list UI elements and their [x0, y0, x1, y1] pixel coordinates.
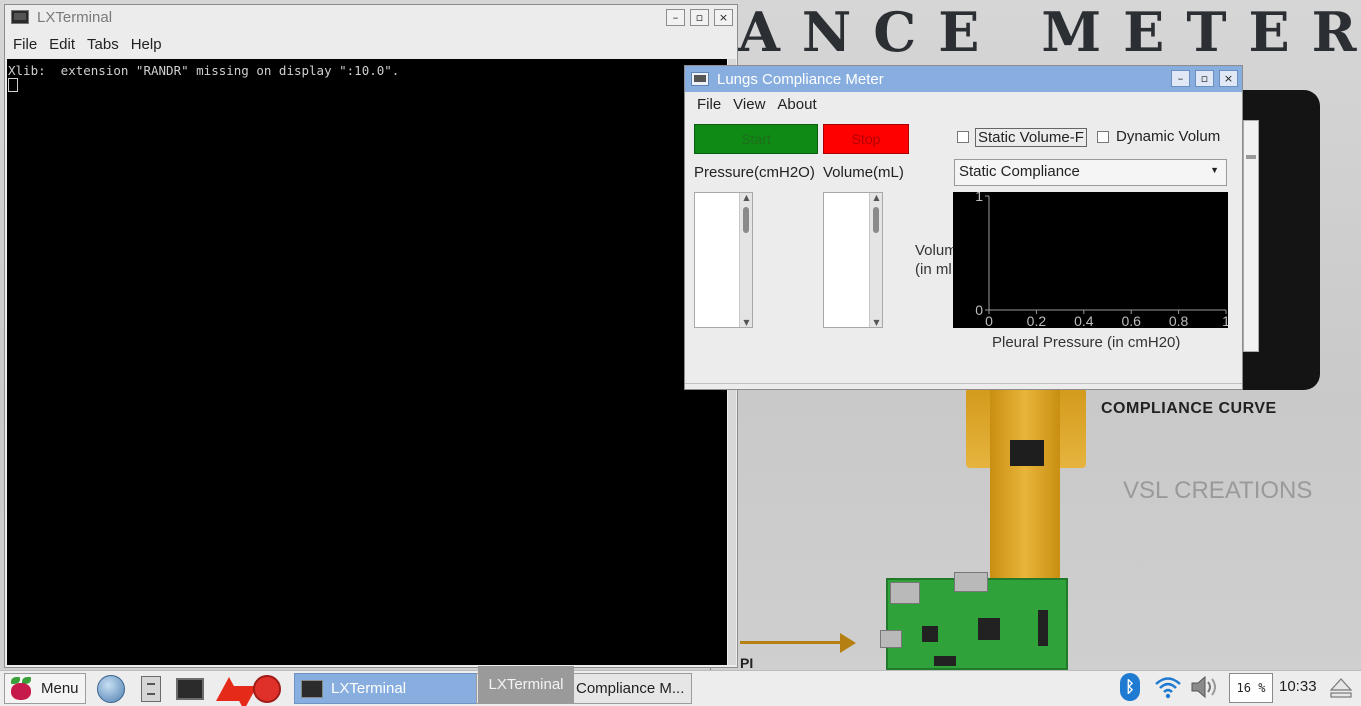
terminal-maximize-button[interactable]: ▫ [690, 9, 709, 26]
stop-button[interactable]: Stop [823, 124, 909, 154]
scroll-down-arrow-icon[interactable]: ▼ [870, 318, 883, 327]
wifi-icon[interactable] [1153, 674, 1183, 700]
wolfram-icon[interactable] [252, 674, 282, 704]
terminal-close-button[interactable]: × [714, 9, 733, 26]
wallpaper-title: ANCE METER [738, 0, 1361, 64]
wallpaper-pi-label: PI [740, 655, 754, 670]
compliance-mode-select[interactable]: Static Compliance ▼ [954, 159, 1227, 186]
pressure-listbox[interactable]: ▲ ▼ [694, 192, 753, 328]
terminal-menu-help[interactable]: Help [125, 36, 168, 53]
terminal-menu-tabs[interactable]: Tabs [81, 36, 125, 53]
mathematica-icon[interactable] [214, 674, 257, 706]
compliance-plot[interactable]: 0 0.2 0.4 0.6 0.8 1 0 1 [953, 192, 1228, 328]
plot-x-tick-label: 0.2 [1027, 313, 1047, 328]
terminal-title: LXTerminal [37, 8, 113, 26]
terminal-icon[interactable] [175, 674, 205, 704]
taskbar-tooltip: LXTerminal [478, 666, 574, 703]
taskbar-terminal-label: LXTerminal [331, 680, 407, 697]
lungs-menu-view[interactable]: View [727, 96, 771, 113]
wallpaper-arrow-line [740, 641, 844, 644]
plot-x-tick-label: 1 [1222, 313, 1228, 328]
dynamic-volume-checkbox[interactable] [1097, 131, 1109, 143]
terminal-minimize-button[interactable]: – [666, 9, 685, 26]
plot-y-tick-label: 1 [975, 192, 983, 204]
start-button[interactable]: Start [694, 124, 818, 154]
lungs-menu-about[interactable]: About [771, 96, 822, 113]
terminal-cursor [8, 78, 18, 92]
plot-y-tick-label: 0 [975, 302, 983, 318]
taskbar-terminal-button[interactable]: LXTerminal [294, 673, 480, 704]
lungs-titlebar[interactable]: Lungs Compliance Meter – ▫ × [685, 66, 1242, 92]
x-axis-label: Pleural Pressure (in cmH20) [992, 334, 1181, 351]
scroll-up-arrow-icon[interactable]: ▲ [870, 193, 883, 202]
eject-icon[interactable] [1328, 676, 1354, 700]
pressure-scroll-thumb[interactable] [743, 207, 749, 233]
plot-x-tick-label: 0.8 [1169, 313, 1189, 328]
plot-x-tick-label: 0.6 [1121, 313, 1141, 328]
volume-icon[interactable] [1189, 674, 1221, 700]
terminal-output[interactable]: Xlib: extension "RANDR" missing on displ… [7, 59, 727, 665]
lungs-maximize-button[interactable]: ▫ [1195, 70, 1214, 87]
static-volume-checkbox[interactable] [957, 131, 969, 143]
cpu-usage-monitor[interactable]: 16 % [1229, 673, 1273, 703]
terminal-output-line: Xlib: extension "RANDR" missing on displ… [8, 63, 400, 78]
start-menu-button[interactable]: Menu [4, 673, 86, 704]
wallpaper-ribbon-cable-strip [990, 385, 1060, 595]
plot-x-tick-label: 0.4 [1074, 313, 1094, 328]
terminal-titlebar[interactable]: LXTerminal – ▫ × [5, 5, 737, 29]
web-browser-icon[interactable] [96, 674, 126, 704]
lungs-title: Lungs Compliance Meter [717, 70, 884, 88]
lungs-app-icon [691, 72, 709, 86]
lungs-menubar: File View About [691, 96, 1242, 113]
clock[interactable]: 10:33 [1279, 678, 1317, 695]
y-axis-label-line2: (in ml [915, 261, 952, 278]
wallpaper-title-part1: ANCE [738, 0, 1002, 64]
wallpaper-compliance-curve-label: COMPLIANCE CURVE [1101, 400, 1277, 417]
wallpaper-chip [1010, 440, 1044, 466]
scroll-up-arrow-icon[interactable]: ▲ [740, 193, 753, 202]
pressure-column-label: Pressure(cmH2O) [694, 164, 815, 181]
lungs-compliance-window: Lungs Compliance Meter – ▫ × File View A… [684, 65, 1243, 390]
static-volume-checkbox-label[interactable]: Static Volume-F [975, 128, 1087, 147]
pressure-listbox-scrollbar[interactable]: ▲ ▼ [739, 193, 752, 327]
lungs-menu-file[interactable]: File [691, 96, 727, 113]
chevron-down-icon: ▼ [1210, 165, 1219, 175]
wallpaper-circuit-board [880, 572, 1068, 670]
raspberry-pi-icon [9, 676, 33, 701]
y-axis-label-line1: Volum [915, 242, 957, 259]
compliance-plot-svg: 0 0.2 0.4 0.6 0.8 1 0 1 [975, 192, 1228, 328]
terminal-task-icon [301, 679, 323, 698]
terminal-app-icon [11, 10, 29, 24]
lungs-minimize-button[interactable]: – [1171, 70, 1190, 87]
plot-x-tick-label: 0 [985, 313, 993, 328]
dynamic-volume-checkbox-label[interactable]: Dynamic Volum [1116, 128, 1228, 145]
lungs-close-button[interactable]: × [1219, 70, 1238, 87]
volume-column-label: Volume(mL) [823, 164, 904, 181]
taskbar-lungs-label: Compliance M... [576, 680, 685, 697]
bluetooth-icon[interactable]: ᛒ [1120, 673, 1140, 701]
compliance-mode-value: Static Compliance [959, 163, 1080, 180]
lungs-statusbar [685, 383, 1242, 389]
wallpaper-title-part2: METER [1041, 0, 1361, 64]
terminal-menubar: File Edit Tabs Help [7, 36, 737, 53]
volume-listbox-scrollbar[interactable]: ▲ ▼ [869, 193, 882, 327]
wallpaper-arrow-head [840, 633, 856, 653]
file-manager-icon[interactable] [136, 674, 166, 704]
terminal-menu-edit[interactable]: Edit [43, 36, 81, 53]
volume-scroll-thumb[interactable] [873, 207, 879, 233]
scroll-down-arrow-icon[interactable]: ▼ [740, 318, 753, 327]
terminal-menu-file[interactable]: File [7, 36, 43, 53]
wallpaper-credit: VSL CREATIONS [1123, 477, 1313, 504]
background-window-edge [1243, 120, 1259, 352]
volume-listbox[interactable]: ▲ ▼ [823, 192, 883, 328]
start-menu-label: Menu [41, 680, 79, 697]
terminal-window: LXTerminal – ▫ × File Edit Tabs Help Xli… [4, 4, 738, 668]
